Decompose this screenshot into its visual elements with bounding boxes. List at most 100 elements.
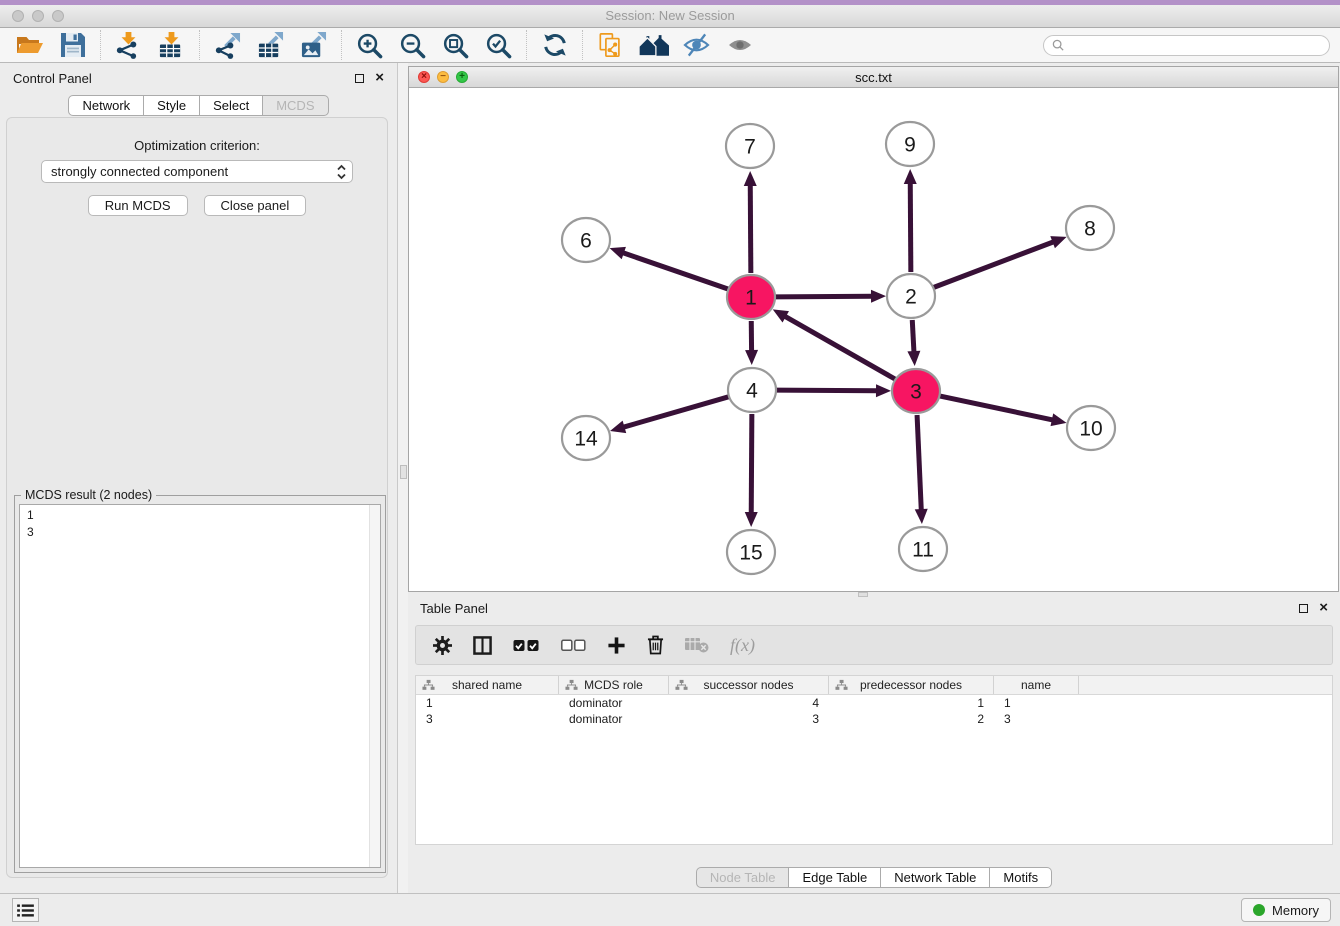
graph-edge-4-3[interactable] [776, 390, 878, 391]
graph-edge-2-3[interactable] [912, 320, 914, 353]
mcds-result-group: MCDS result (2 nodes) 13 [14, 495, 386, 873]
graph-edge-4-14[interactable] [623, 397, 729, 428]
deselect-all-button[interactable] [561, 639, 586, 652]
splitter-grip[interactable] [400, 465, 407, 479]
tab-network-table[interactable]: Network Table [881, 867, 990, 888]
column-header-label: MCDS role [584, 678, 643, 692]
memory-button[interactable]: Memory [1241, 898, 1331, 922]
graph-edge-arrowhead [915, 509, 928, 524]
zoom-out-button[interactable] [397, 30, 428, 61]
network-canvas[interactable]: 1234678910111415 [409, 88, 1338, 591]
graph-edge-2-9[interactable] [910, 182, 911, 272]
zoom-selected-button[interactable] [483, 30, 514, 61]
graph-node-label: 4 [746, 380, 758, 403]
tab-select[interactable]: Select [200, 95, 263, 116]
graph-node-label: 11 [912, 539, 934, 562]
export-image-button[interactable] [298, 30, 329, 61]
graph-node-label: 1 [745, 287, 757, 310]
graph-edge-arrowhead [1051, 413, 1067, 426]
result-scrollbar[interactable] [369, 505, 380, 867]
network-window-titlebar[interactable]: ×−+ scc.txt [409, 67, 1338, 88]
graph-edge-3-11[interactable] [917, 415, 921, 511]
close-panel-icon[interactable]: × [375, 72, 384, 84]
close-panel-icon[interactable]: × [1319, 602, 1328, 614]
network-file-button[interactable] [595, 30, 626, 61]
window-title: Session: New Session [0, 8, 1340, 23]
search-input[interactable] [1068, 37, 1329, 54]
mcds-result-list[interactable]: 13 [19, 504, 381, 868]
criterion-select[interactable]: strongly connected component [41, 160, 353, 183]
control-panel-header: Control Panel × [0, 63, 397, 93]
column-header-predecessor-nodes[interactable]: predecessor nodes [829, 676, 994, 694]
search-field[interactable] [1043, 35, 1330, 56]
graph-node-label: 2 [905, 286, 917, 309]
table-panel: Table Panel × f(x) shared nameMCDS roles… [408, 597, 1340, 888]
float-panel-icon[interactable] [1299, 604, 1308, 613]
add-icon [607, 636, 626, 655]
vertical-splitter[interactable] [397, 63, 408, 893]
toolbar-separator [582, 30, 583, 60]
graph-edge-arrowhead [610, 247, 626, 259]
add-button[interactable] [607, 636, 626, 655]
table-cell: 1 [829, 696, 994, 710]
memory-label: Memory [1272, 903, 1319, 918]
graph-edge-2-8[interactable] [933, 241, 1054, 287]
hierarchy-icon [675, 679, 688, 691]
refresh-layout-button[interactable] [539, 30, 570, 61]
tab-style[interactable]: Style [144, 95, 200, 116]
graph-edge-arrowhead [904, 169, 917, 184]
zoom-fit-button[interactable] [440, 30, 471, 61]
graph-edge-3-1[interactable] [784, 316, 895, 379]
graph-edge-arrowhead [745, 350, 758, 365]
home-button[interactable] [638, 30, 669, 61]
task-history-button[interactable] [12, 898, 39, 922]
trash-icon [647, 635, 664, 655]
graph-node-label: 15 [739, 542, 762, 565]
import-table-icon [158, 32, 185, 59]
close-panel-button[interactable]: Close panel [204, 195, 307, 216]
tab-node-table[interactable]: Node Table [696, 867, 790, 888]
column-header-name[interactable]: name [994, 676, 1079, 694]
save-session-button[interactable] [57, 30, 88, 61]
column-header-successor-nodes[interactable]: successor nodes [669, 676, 829, 694]
select-all-button[interactable] [513, 638, 540, 653]
columns-button[interactable] [473, 636, 492, 655]
graph-edge-4-15[interactable] [751, 414, 752, 514]
columns-icon [473, 636, 492, 655]
mcds-pane: Optimization criterion: strongly connect… [6, 117, 388, 878]
export-table-button[interactable] [255, 30, 286, 61]
tab-motifs[interactable]: Motifs [990, 867, 1052, 888]
deselect-all-icon [561, 639, 586, 652]
import-table-button[interactable] [156, 30, 187, 61]
toolbar-separator [199, 30, 200, 60]
graph-edge-1-6[interactable] [622, 252, 728, 289]
table-row[interactable]: 1dominator411 [416, 695, 1332, 711]
show-panel-button[interactable] [724, 30, 755, 61]
tab-mcds[interactable]: MCDS [263, 95, 328, 116]
graph-edge-3-10[interactable] [939, 396, 1053, 420]
open-folder-button[interactable] [14, 30, 45, 61]
column-header-mcds-role[interactable]: MCDS role [559, 676, 669, 694]
import-network-button[interactable] [113, 30, 144, 61]
export-network-button[interactable] [212, 30, 243, 61]
tab-edge-table[interactable]: Edge Table [789, 867, 881, 888]
graph-edge-1-7[interactable] [750, 184, 751, 273]
status-bar: Memory [0, 893, 1340, 926]
hide-panel-button[interactable] [681, 30, 712, 61]
gear-button[interactable] [433, 636, 452, 655]
run-mcds-button[interactable]: Run MCDS [88, 195, 188, 216]
delete-table-button [685, 637, 709, 653]
graph-edge-arrowhead [610, 421, 626, 433]
float-panel-icon[interactable] [355, 74, 364, 83]
select-all-icon [513, 638, 540, 653]
zoom-out-icon [399, 32, 426, 59]
zoom-in-button[interactable] [354, 30, 385, 61]
graph-node-label: 8 [1084, 218, 1096, 241]
table-row[interactable]: 3dominator323 [416, 711, 1332, 727]
column-header-shared-name[interactable]: shared name [416, 676, 559, 694]
table-cell: dominator [559, 696, 669, 710]
main-toolbar-groups [8, 30, 761, 61]
trash-button[interactable] [647, 635, 664, 655]
graph-edge-1-2[interactable] [775, 296, 873, 297]
tab-network[interactable]: Network [68, 95, 144, 116]
